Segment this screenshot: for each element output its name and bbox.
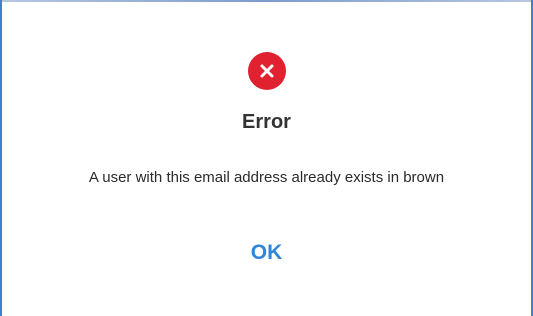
dialog-message: A user with this email address already e… <box>88 169 445 186</box>
error-dialog: Error A user with this email address alr… <box>0 0 533 316</box>
error-dialog-window: Error A user with this email address alr… <box>0 0 533 316</box>
dialog-title: Error <box>242 111 291 133</box>
ok-button[interactable]: OK <box>241 238 293 268</box>
error-x-icon <box>247 52 286 90</box>
